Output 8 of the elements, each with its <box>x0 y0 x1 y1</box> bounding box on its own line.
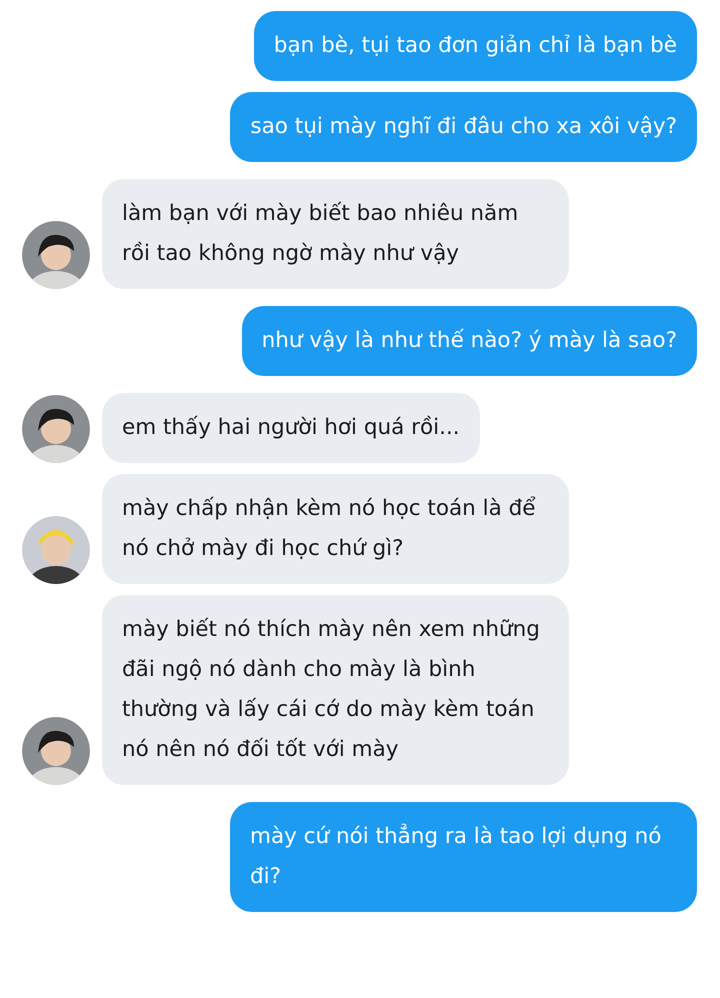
message-bubble: làm bạn với mày biết bao nhiêu năm rồi tao không ngờ mày như vậy <box>102 179 569 289</box>
message-bubble: mày cứ nói thẳng ra là tao lợi dụng nó đi? <box>230 802 697 912</box>
message-bubble: mày biết nó thích mày nên xem những đãi ngộ nó dành cho mày là bình thường và lấy cái cớ do mày kèm toán nó nên nó đối tốt với mày <box>102 595 569 785</box>
message-bubble: mày chấp nhận kèm nó học toán là để nó chở mày đi học chứ gì? <box>102 474 569 584</box>
message-bubble: sao tụi mày nghĩ đi đâu cho xa xôi vậy? <box>230 92 697 162</box>
message-bubble: như vậy là như thế nào? ý mày là sao? <box>242 306 697 376</box>
message-bubble: em thấy hai người hơi quá rồi... <box>102 393 480 463</box>
message-bubble: bạn bè, tụi tao đơn giản chỉ là bạn bè <box>254 11 697 81</box>
